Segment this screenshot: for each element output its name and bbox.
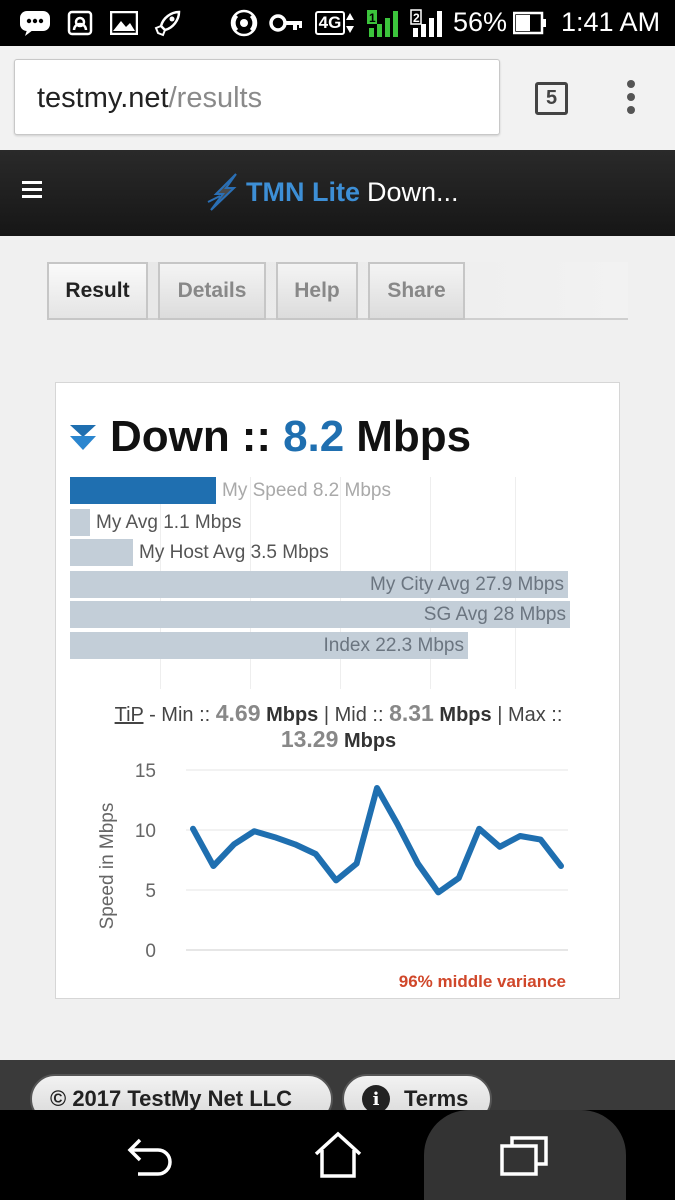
comparison-bars: My Speed 8.2 Mbps My Avg 1.1 Mbps My Host … (70, 477, 570, 689)
tip-max-label: | Max :: (497, 704, 563, 726)
site-header: TMN Lite Down... (0, 150, 675, 236)
tab-bar: Result Details Help Share (47, 262, 628, 320)
tab-details[interactable]: Details (158, 262, 266, 320)
speed-unit: Mbps (356, 412, 472, 461)
battery-percent: 56% (453, 7, 508, 37)
site-footer: © 2017 TestMy Net LLC i Terms (0, 1060, 675, 1110)
comparison-bar-label: My Avg 1.1 Mbps (96, 512, 242, 533)
back-icon[interactable] (124, 1134, 176, 1178)
tip-mid-value: 8.31 (389, 700, 434, 726)
copyright-text: © 2017 TestMy Net LLC (50, 1086, 292, 1110)
tip-min-label: - Min :: (149, 704, 211, 726)
y-tick-label: 10 (135, 821, 156, 842)
tip-mid-label: | Mid :: (323, 704, 384, 726)
comparison-bar-label: SG Avg 28 Mbps (423, 604, 566, 625)
comparison-bar-label: My Host Avg 3.5 Mbps (139, 542, 329, 563)
tab-result[interactable]: Result (47, 262, 148, 320)
vpn-key-icon (268, 8, 304, 38)
system-navigation-bar (0, 1110, 675, 1200)
overflow-menu-icon[interactable] (620, 80, 642, 120)
svg-text:2: 2 (413, 11, 420, 25)
y-axis-label: Speed in Mbps (97, 803, 118, 930)
cast-icon (66, 8, 94, 38)
tab-switcher-button[interactable]: 5 (535, 82, 568, 115)
tab-help[interactable]: Help (276, 262, 358, 320)
url-host: testmy.net (37, 82, 169, 114)
hamburger-menu-icon[interactable] (22, 181, 42, 199)
site-brand: TMN Lite (246, 176, 360, 207)
site-title-text: Down... (367, 176, 459, 207)
comparison-bar-label: My City Avg 27.9 Mbps (370, 574, 564, 595)
y-tick-label: 15 (135, 761, 156, 782)
network-4g-icon: 4G (312, 8, 358, 38)
comparison-bar-label: Index 22.3 Mbps (323, 635, 464, 656)
url-bar[interactable]: testmy.net/results (14, 59, 500, 135)
result-card: Down :: 8.2 Mbps My Speed 8.2 MbpsMy Avg… (55, 382, 620, 999)
direction-label: Down (110, 412, 230, 461)
tip-max-unit: Mbps (343, 730, 397, 752)
lightning-logo-icon (207, 173, 237, 211)
comparison-bar (70, 477, 216, 504)
comparison-bar (70, 509, 90, 536)
battery-icon (512, 8, 548, 38)
info-icon: i (362, 1085, 390, 1110)
recent-apps-highlight (424, 1110, 626, 1200)
tab-share[interactable]: Share (368, 262, 465, 320)
gallery-icon (110, 8, 138, 38)
tip-link[interactable]: TiP (115, 704, 144, 726)
network-type: 4G (314, 11, 346, 35)
site-title: TMN Lite Down... (206, 172, 459, 212)
status-bar: 4G 1 2 56% 1:41 AM (0, 0, 675, 46)
signal-sim2-icon: 2 (408, 8, 448, 38)
tip-min-unit: Mbps (266, 704, 319, 726)
y-tick-label: 0 (145, 941, 156, 962)
speed-line-chart: 0 5 10 15 Speed in Mbps (97, 761, 568, 962)
tip-summary: TiP - Min :: 4.69 Mbps | Mid :: 8.31 Mbp… (56, 701, 621, 753)
terms-button[interactable]: i Terms (342, 1074, 492, 1110)
tip-max-value: 13.29 (280, 726, 339, 752)
tip-min-value: 4.69 (215, 700, 261, 726)
copyright-button[interactable]: © 2017 TestMy Net LLC (30, 1074, 333, 1110)
messenger-icon (18, 8, 52, 38)
speed-series-line (190, 785, 564, 896)
home-icon[interactable] (312, 1130, 364, 1180)
speed-value: 8.2 (283, 412, 345, 461)
y-tick-label: 5 (145, 881, 156, 902)
rocket-icon (152, 8, 184, 38)
clock: 1:41 AM (561, 7, 661, 37)
headline-separator: :: (241, 412, 272, 461)
double-down-arrow-icon (70, 425, 96, 450)
comparison-bar (70, 539, 133, 566)
tip-mid-unit: Mbps (439, 704, 492, 726)
url-path: /results (168, 82, 263, 114)
comparison-bar-label: My Speed 8.2 Mbps (222, 480, 391, 501)
svg-text:1: 1 (369, 11, 376, 25)
url-text: testmy.net/results (37, 82, 262, 115)
hotspot-icon (228, 8, 260, 38)
recent-apps-icon[interactable] (498, 1134, 550, 1178)
terms-label: Terms (404, 1086, 469, 1110)
speed-headline: Down :: 8.2 Mbps (68, 409, 471, 465)
browser-toolbar: testmy.net/results 5 (0, 46, 675, 150)
signal-sim1-icon: 1 (364, 8, 404, 38)
variance-note: 96% middle variance (398, 972, 566, 991)
